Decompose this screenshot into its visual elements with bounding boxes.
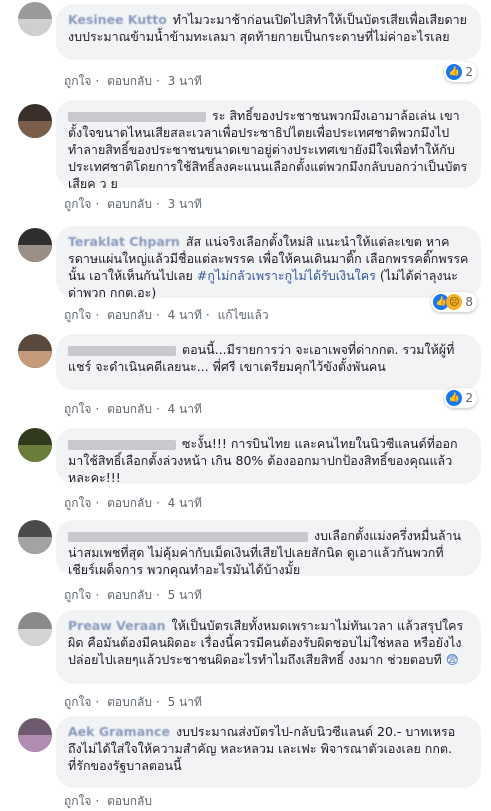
like-link[interactable]: ถูกใจ — [64, 195, 91, 214]
comment: Preaw Veraan ให้เป็นบัตรเสียทั้งหมดเพราะม… — [0, 606, 491, 712]
comment: ระ สิทธิ์ของประชาชนพวกมึงเอามาล้อเล่น เข… — [0, 96, 491, 211]
reply-link[interactable]: ตอบกลับ — [107, 195, 152, 214]
hashtag-link[interactable]: #กูไม่กลัวเพราะกูไม่ได้รับเงินใคร — [197, 268, 376, 283]
like-link[interactable]: ถูกใจ — [64, 72, 91, 91]
comment-actions: ถูกใจ · ตอบกลับ · 4 นาที — [64, 494, 202, 513]
comment: Kesinee Kutto ทำไมวะมาช้าก่อนเปิดไปสิทำให… — [0, 0, 491, 96]
comment-bubble: Teraklat Chparn สัส แน่จริงเลือกตั้งใหม่ส… — [56, 226, 481, 300]
comment-bubble: Aek Gramance งบประมาณส่งบัตรไป-กลับนิวซีแ… — [56, 716, 481, 788]
comment-feed: Kesinee Kutto ทำไมวะมาช้าก่อนเปิดไปสิทำให… — [0, 0, 491, 808]
like-link[interactable]: ถูกใจ — [64, 400, 91, 419]
reply-link[interactable]: ตอบกลับ — [107, 792, 152, 811]
avatar[interactable] — [18, 2, 52, 36]
comment-author[interactable]: Aek Gramance — [68, 724, 170, 739]
like-link[interactable]: ถูกใจ — [64, 306, 91, 325]
avatar[interactable] — [18, 428, 52, 462]
comment-timestamp[interactable]: 3 นาที — [168, 195, 202, 214]
reply-link[interactable]: ตอบกลับ — [107, 400, 152, 419]
comment-actions: ถูกใจ · ตอบกลับ — [64, 792, 152, 811]
like-link[interactable]: ถูกใจ — [64, 586, 91, 605]
avatar[interactable] — [18, 612, 52, 646]
avatar[interactable] — [18, 520, 52, 554]
reaction-count[interactable]: 👍 ☹ 8 — [431, 292, 477, 312]
comment-bubble: Kesinee Kutto ทำไมวะมาช้าก่อนเปิดไปสิทำให… — [56, 4, 481, 60]
comment-timestamp[interactable]: 4 นาที — [168, 400, 202, 419]
comment: ซะงั้น!!! การบินไทย และคนไทยในนิวซีแลนด์… — [0, 424, 491, 514]
reply-link[interactable]: ตอบกลับ — [107, 693, 152, 712]
comment-bubble: งบเลือกตั้งแม่งครึ่งหมื่นล้าน น่าสมเพชที… — [56, 520, 481, 577]
fearful-emoji-icon: 😨 — [445, 652, 459, 667]
comment-bubble: ซะงั้น!!! การบินไทย และคนไทยในนิวซีแลนด์… — [56, 428, 481, 485]
comment-bubble: ตอนนี้...มีรายการว่า จะเอาเพจที่ด่ากกต. … — [56, 334, 481, 390]
comment-actions: ถูกใจ · ตอบกลับ · 3 นาที — [64, 72, 202, 91]
comment-timestamp[interactable]: 5 นาที — [168, 586, 202, 605]
comment: ตอนนี้...มีรายการว่า จะเอาเพจที่ด่ากกต. … — [0, 330, 491, 420]
reply-link[interactable]: ตอบกลับ — [107, 306, 152, 325]
comment-author[interactable]: Teraklat Chparn — [68, 234, 180, 249]
reaction-count[interactable]: 👍 2 — [444, 62, 477, 82]
comment-author[interactable]: Preaw Veraan — [68, 618, 166, 633]
redacted-name — [68, 439, 176, 450]
comment-author[interactable]: Kesinee Kutto — [68, 12, 167, 27]
sad-reaction-icon: ☹ — [446, 294, 463, 310]
avatar[interactable] — [18, 718, 52, 752]
comment-bubble: ระ สิทธิ์ของประชาชนพวกมึงเอามาล้อเล่น เข… — [56, 100, 481, 191]
comment: Teraklat Chparn สัส แน่จริงเลือกตั้งใหม่ส… — [0, 222, 491, 326]
comment-actions: ถูกใจ · ตอบกลับ · 3 นาที — [64, 195, 202, 214]
comment-bubble: Preaw Veraan ให้เป็นบัตรเสียทั้งหมดเพราะม… — [56, 610, 481, 684]
comment-timestamp[interactable]: 4 นาที — [168, 494, 202, 513]
comment-timestamp[interactable]: 3 นาที — [168, 72, 202, 91]
like-reaction-icon: 👍 — [446, 64, 463, 80]
avatar[interactable] — [18, 104, 52, 138]
edited-indicator[interactable]: แก้ไขแล้ว — [218, 306, 269, 325]
like-reaction-icon: 👍 — [446, 390, 463, 406]
comment: Aek Gramance งบประมาณส่งบัตรไป-กลับนิวซีแ… — [0, 712, 491, 808]
reply-link[interactable]: ตอบกลับ — [107, 586, 152, 605]
comment-timestamp[interactable]: 5 นาที — [168, 693, 202, 712]
comment-actions: ถูกใจ · ตอบกลับ · 5 นาที — [64, 693, 202, 712]
reply-link[interactable]: ตอบกลับ — [107, 72, 152, 91]
like-link[interactable]: ถูกใจ — [64, 693, 91, 712]
avatar[interactable] — [18, 228, 52, 262]
reaction-count[interactable]: 👍 2 — [444, 388, 477, 408]
comment-actions: ถูกใจ · ตอบกลับ · 5 นาที — [64, 586, 202, 605]
comment-timestamp[interactable]: 4 นาที — [168, 306, 202, 325]
comment-actions: ถูกใจ · ตอบกลับ · 4 นาที · แก้ไขแล้ว — [64, 306, 269, 325]
reply-link[interactable]: ตอบกลับ — [107, 494, 152, 513]
like-link[interactable]: ถูกใจ — [64, 792, 91, 811]
redacted-name — [68, 345, 176, 356]
comment: งบเลือกตั้งแม่งครึ่งหมื่นล้าน น่าสมเพชที… — [0, 516, 491, 606]
redacted-name — [68, 111, 206, 122]
like-link[interactable]: ถูกใจ — [64, 494, 91, 513]
avatar[interactable] — [18, 334, 52, 368]
comment-actions: ถูกใจ · ตอบกลับ · 4 นาที — [64, 400, 202, 419]
redacted-name — [68, 531, 308, 542]
